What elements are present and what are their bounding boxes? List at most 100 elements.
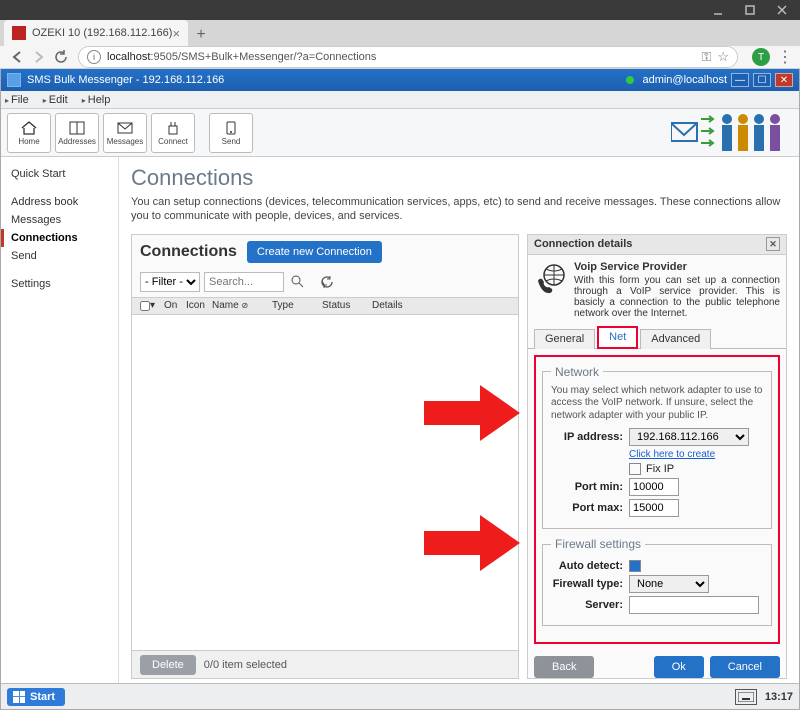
os-titlebar: [0, 0, 800, 20]
sidebar-item-address-book[interactable]: Address book: [11, 193, 118, 211]
table-header: ▾ On Icon Name ⊘ Type Status Details: [132, 297, 518, 315]
forward-button[interactable]: [28, 46, 50, 68]
toolbar-send-button[interactable]: Send: [209, 113, 253, 153]
url-path: :9505/SMS+Bulk+Messenger/?a=Connections: [150, 51, 376, 63]
col-on[interactable]: On: [160, 300, 182, 311]
fix-ip-label: Fix IP: [646, 463, 674, 475]
url-host: localhost: [107, 51, 150, 63]
favicon: [12, 26, 26, 40]
delete-button[interactable]: Delete: [140, 655, 196, 675]
connections-panel-title: Connections: [140, 243, 237, 261]
page-description: You can setup connections (devices, tele…: [131, 195, 787, 224]
sidebar-item-messages[interactable]: Messages: [11, 211, 118, 229]
app-logo-icon: [7, 73, 21, 87]
profile-avatar[interactable]: T: [752, 48, 770, 66]
annotation-arrow-1: [424, 385, 524, 441]
fix-ip-checkbox[interactable]: [629, 463, 641, 475]
app-title: SMS Bulk Messenger - 192.168.112.166: [27, 74, 224, 86]
sidebar-item-settings[interactable]: Settings: [11, 275, 118, 293]
search-input[interactable]: [204, 272, 284, 292]
table-footer: Delete 0/0 item selected: [132, 650, 518, 678]
ok-button[interactable]: Ok: [654, 656, 704, 678]
filter-select[interactable]: - Filter -: [140, 272, 200, 292]
firewall-fieldset: Firewall settings Auto detect: Firewall …: [542, 537, 772, 626]
toolbar-addresses-button[interactable]: Addresses: [55, 113, 99, 153]
tab-title: OZEKI 10 (192.168.112.166): [32, 27, 172, 39]
toolbar-home-button[interactable]: Home: [7, 113, 51, 153]
tab-advanced[interactable]: Advanced: [640, 329, 711, 349]
port-min-input[interactable]: [629, 478, 679, 496]
search-icon[interactable]: [288, 273, 306, 291]
port-max-input[interactable]: [629, 499, 679, 517]
os-close-button[interactable]: [770, 0, 794, 20]
browser-menu-icon[interactable]: ⋮: [776, 47, 794, 67]
menu-file[interactable]: File: [5, 94, 29, 106]
back-button[interactable]: [6, 46, 28, 68]
app-toolbar: Home Addresses Messages Connect Send: [1, 109, 799, 157]
details-close-button[interactable]: ✕: [766, 237, 780, 251]
os-window: OZEKI 10 (192.168.112.166) × + i localho…: [0, 0, 800, 710]
port-min-label: Port min:: [551, 481, 623, 493]
app-maximize-button[interactable]: ☐: [753, 73, 771, 87]
sidebar-item-connections[interactable]: Connections: [1, 229, 118, 247]
sort-icon[interactable]: ▾: [146, 300, 160, 311]
os-minimize-button[interactable]: [706, 0, 730, 20]
col-name[interactable]: Name ⊘: [208, 300, 268, 311]
clock: 13:17: [765, 691, 793, 703]
site-info-icon[interactable]: i: [87, 50, 101, 64]
page-title: Connections: [131, 165, 787, 191]
ip-select[interactable]: 192.168.112.166: [629, 428, 749, 446]
firewall-type-select[interactable]: None: [629, 575, 709, 593]
header-illustration: [671, 111, 791, 153]
start-button[interactable]: Start: [7, 688, 65, 706]
tab-net[interactable]: Net: [597, 326, 638, 349]
app-minimize-button[interactable]: —: [731, 73, 749, 87]
toolbar-connect-button[interactable]: Connect: [151, 113, 195, 153]
toolbar-messages-button[interactable]: Messages: [103, 113, 147, 153]
table-body: [132, 315, 518, 651]
port-max-label: Port max:: [551, 502, 623, 514]
main-area: Connections You can setup connections (d…: [119, 157, 799, 683]
cancel-button[interactable]: Cancel: [710, 656, 780, 678]
col-type[interactable]: Type: [268, 300, 318, 311]
network-legend: Network: [551, 365, 603, 379]
toolbar-connect-label: Connect: [158, 137, 188, 146]
menu-edit[interactable]: Edit: [43, 94, 68, 106]
app-menubar: File Edit Help: [1, 91, 799, 109]
sidebar-item-quick-start[interactable]: Quick Start: [11, 165, 118, 183]
auto-detect-label: Auto detect:: [551, 560, 623, 572]
annotation-arrow-2: [424, 515, 524, 571]
sort-handle-icon: ⊘: [241, 301, 248, 310]
menu-help[interactable]: Help: [82, 94, 111, 106]
toolbar-send-label: Send: [222, 137, 241, 146]
server-label: Server:: [551, 599, 623, 611]
new-tab-button[interactable]: +: [188, 24, 214, 46]
os-maximize-button[interactable]: [738, 0, 762, 20]
col-status[interactable]: Status: [318, 300, 368, 311]
keyboard-icon[interactable]: [735, 689, 757, 705]
start-label: Start: [30, 691, 55, 703]
tab-close-icon[interactable]: ×: [172, 26, 180, 41]
reload-button[interactable]: [50, 46, 72, 68]
sidebar-item-send[interactable]: Send: [11, 247, 118, 265]
auto-detect-checkbox[interactable]: [629, 560, 641, 572]
back-button-details[interactable]: Back: [534, 656, 594, 678]
details-tabs: General Net Advanced: [528, 325, 786, 349]
refresh-icon[interactable]: [318, 273, 336, 291]
bookmark-icon[interactable]: ☆: [717, 49, 729, 65]
url-input[interactable]: i localhost :9505/SMS+Bulk+Messenger/?a=…: [78, 46, 738, 68]
highlighted-settings: Network You may select which network ada…: [534, 355, 780, 645]
tab-general[interactable]: General: [534, 329, 595, 349]
browser-tab[interactable]: OZEKI 10 (192.168.112.166) ×: [4, 20, 188, 46]
col-details[interactable]: Details: [368, 300, 518, 311]
sidebar: Quick Start Address book Messages Connec…: [1, 157, 119, 683]
network-fieldset: Network You may select which network ada…: [542, 365, 772, 530]
key-icon[interactable]: ⚿: [701, 49, 711, 65]
firewall-legend: Firewall settings: [551, 537, 645, 551]
app-close-button[interactable]: ✕: [775, 73, 793, 87]
create-ip-link[interactable]: Click here to create: [629, 449, 763, 460]
server-input[interactable]: [629, 596, 759, 614]
firewall-type-label: Firewall type:: [551, 578, 623, 590]
create-connection-button[interactable]: Create new Connection: [247, 241, 382, 263]
col-icon[interactable]: Icon: [182, 300, 208, 311]
